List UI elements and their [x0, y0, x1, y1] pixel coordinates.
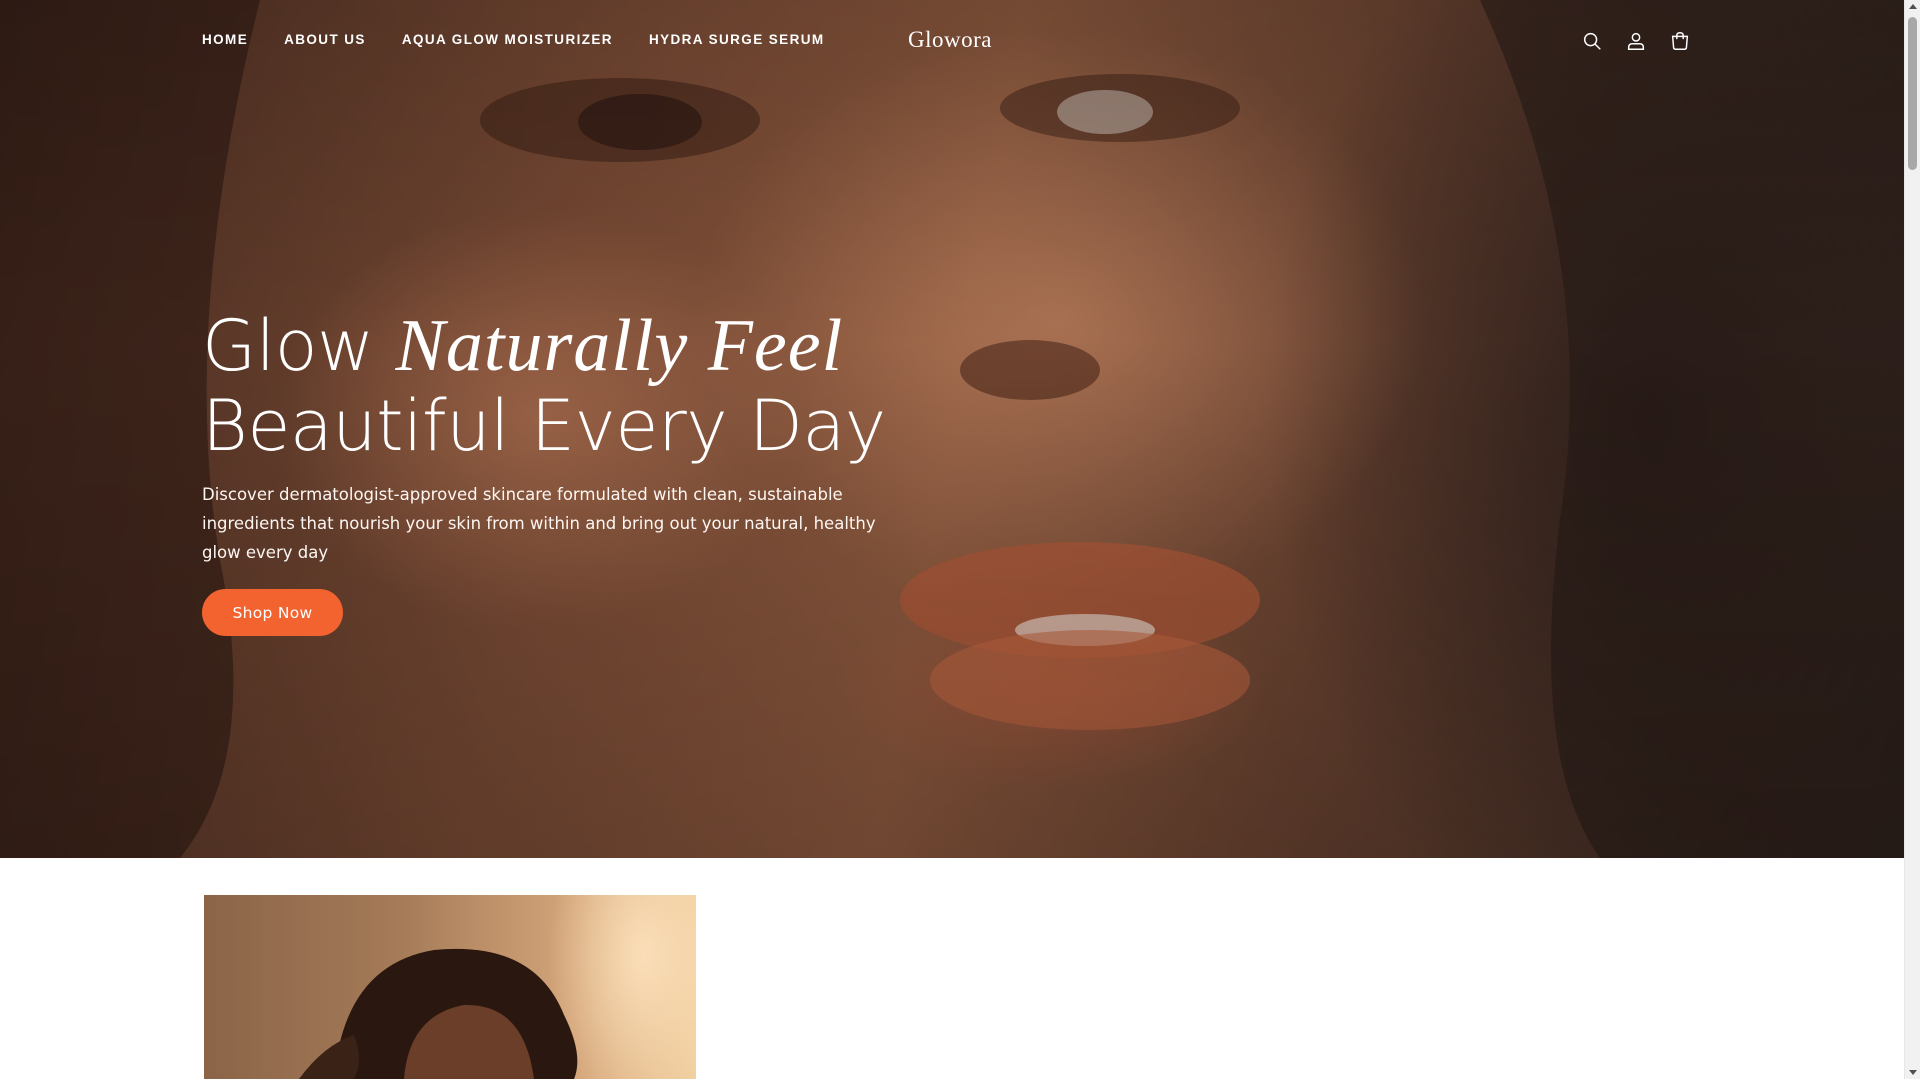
- site-logo[interactable]: Glowora: [908, 27, 992, 53]
- feature-portrait-image: [204, 895, 696, 1079]
- header-actions: [1581, 29, 1691, 53]
- main-navigation: HOME ABOUT US AQUA GLOW MOISTURIZER HYDR…: [202, 32, 825, 47]
- scrollbar-thumb[interactable]: [1908, 17, 1917, 170]
- headline-line-2: Beautiful Every Day: [202, 385, 886, 467]
- headline-word-glow: Glow: [202, 305, 374, 387]
- nav-about-us[interactable]: ABOUT US: [284, 32, 366, 47]
- hero-headline: Glow Naturally Feel Beautiful Every Day: [202, 306, 902, 466]
- headline-italic-phrase: Naturally Feel: [395, 305, 844, 387]
- page: HOME ABOUT US AQUA GLOW MOISTURIZER HYDR…: [0, 0, 1920, 1079]
- feature-portrait-art: [299, 948, 578, 1079]
- nav-home[interactable]: HOME: [202, 32, 248, 47]
- scroll-up-arrow-icon[interactable]: [1909, 4, 1917, 9]
- nav-aqua-glow-moisturizer[interactable]: AQUA GLOW MOISTURIZER: [402, 32, 613, 47]
- shop-now-button[interactable]: Shop Now: [202, 589, 343, 636]
- headline-line-1: Glow Naturally Feel: [202, 306, 902, 386]
- cart-icon[interactable]: [1669, 29, 1691, 53]
- account-icon[interactable]: [1625, 29, 1647, 53]
- search-icon[interactable]: [1581, 29, 1603, 53]
- hero-content: Glow Naturally Feel Beautiful Every Day …: [202, 306, 902, 636]
- hero-description: Discover dermatologist-approved skincare…: [202, 485, 876, 562]
- page-scrollbar[interactable]: [1904, 0, 1920, 1079]
- hero-banner: HOME ABOUT US AQUA GLOW MOISTURIZER HYDR…: [0, 0, 1904, 858]
- scroll-down-arrow-icon[interactable]: [1909, 1070, 1917, 1075]
- nav-hydra-surge-serum[interactable]: HYDRA SURGE SERUM: [649, 32, 825, 47]
- site-header: HOME ABOUT US AQUA GLOW MOISTURIZER HYDR…: [0, 0, 1904, 84]
